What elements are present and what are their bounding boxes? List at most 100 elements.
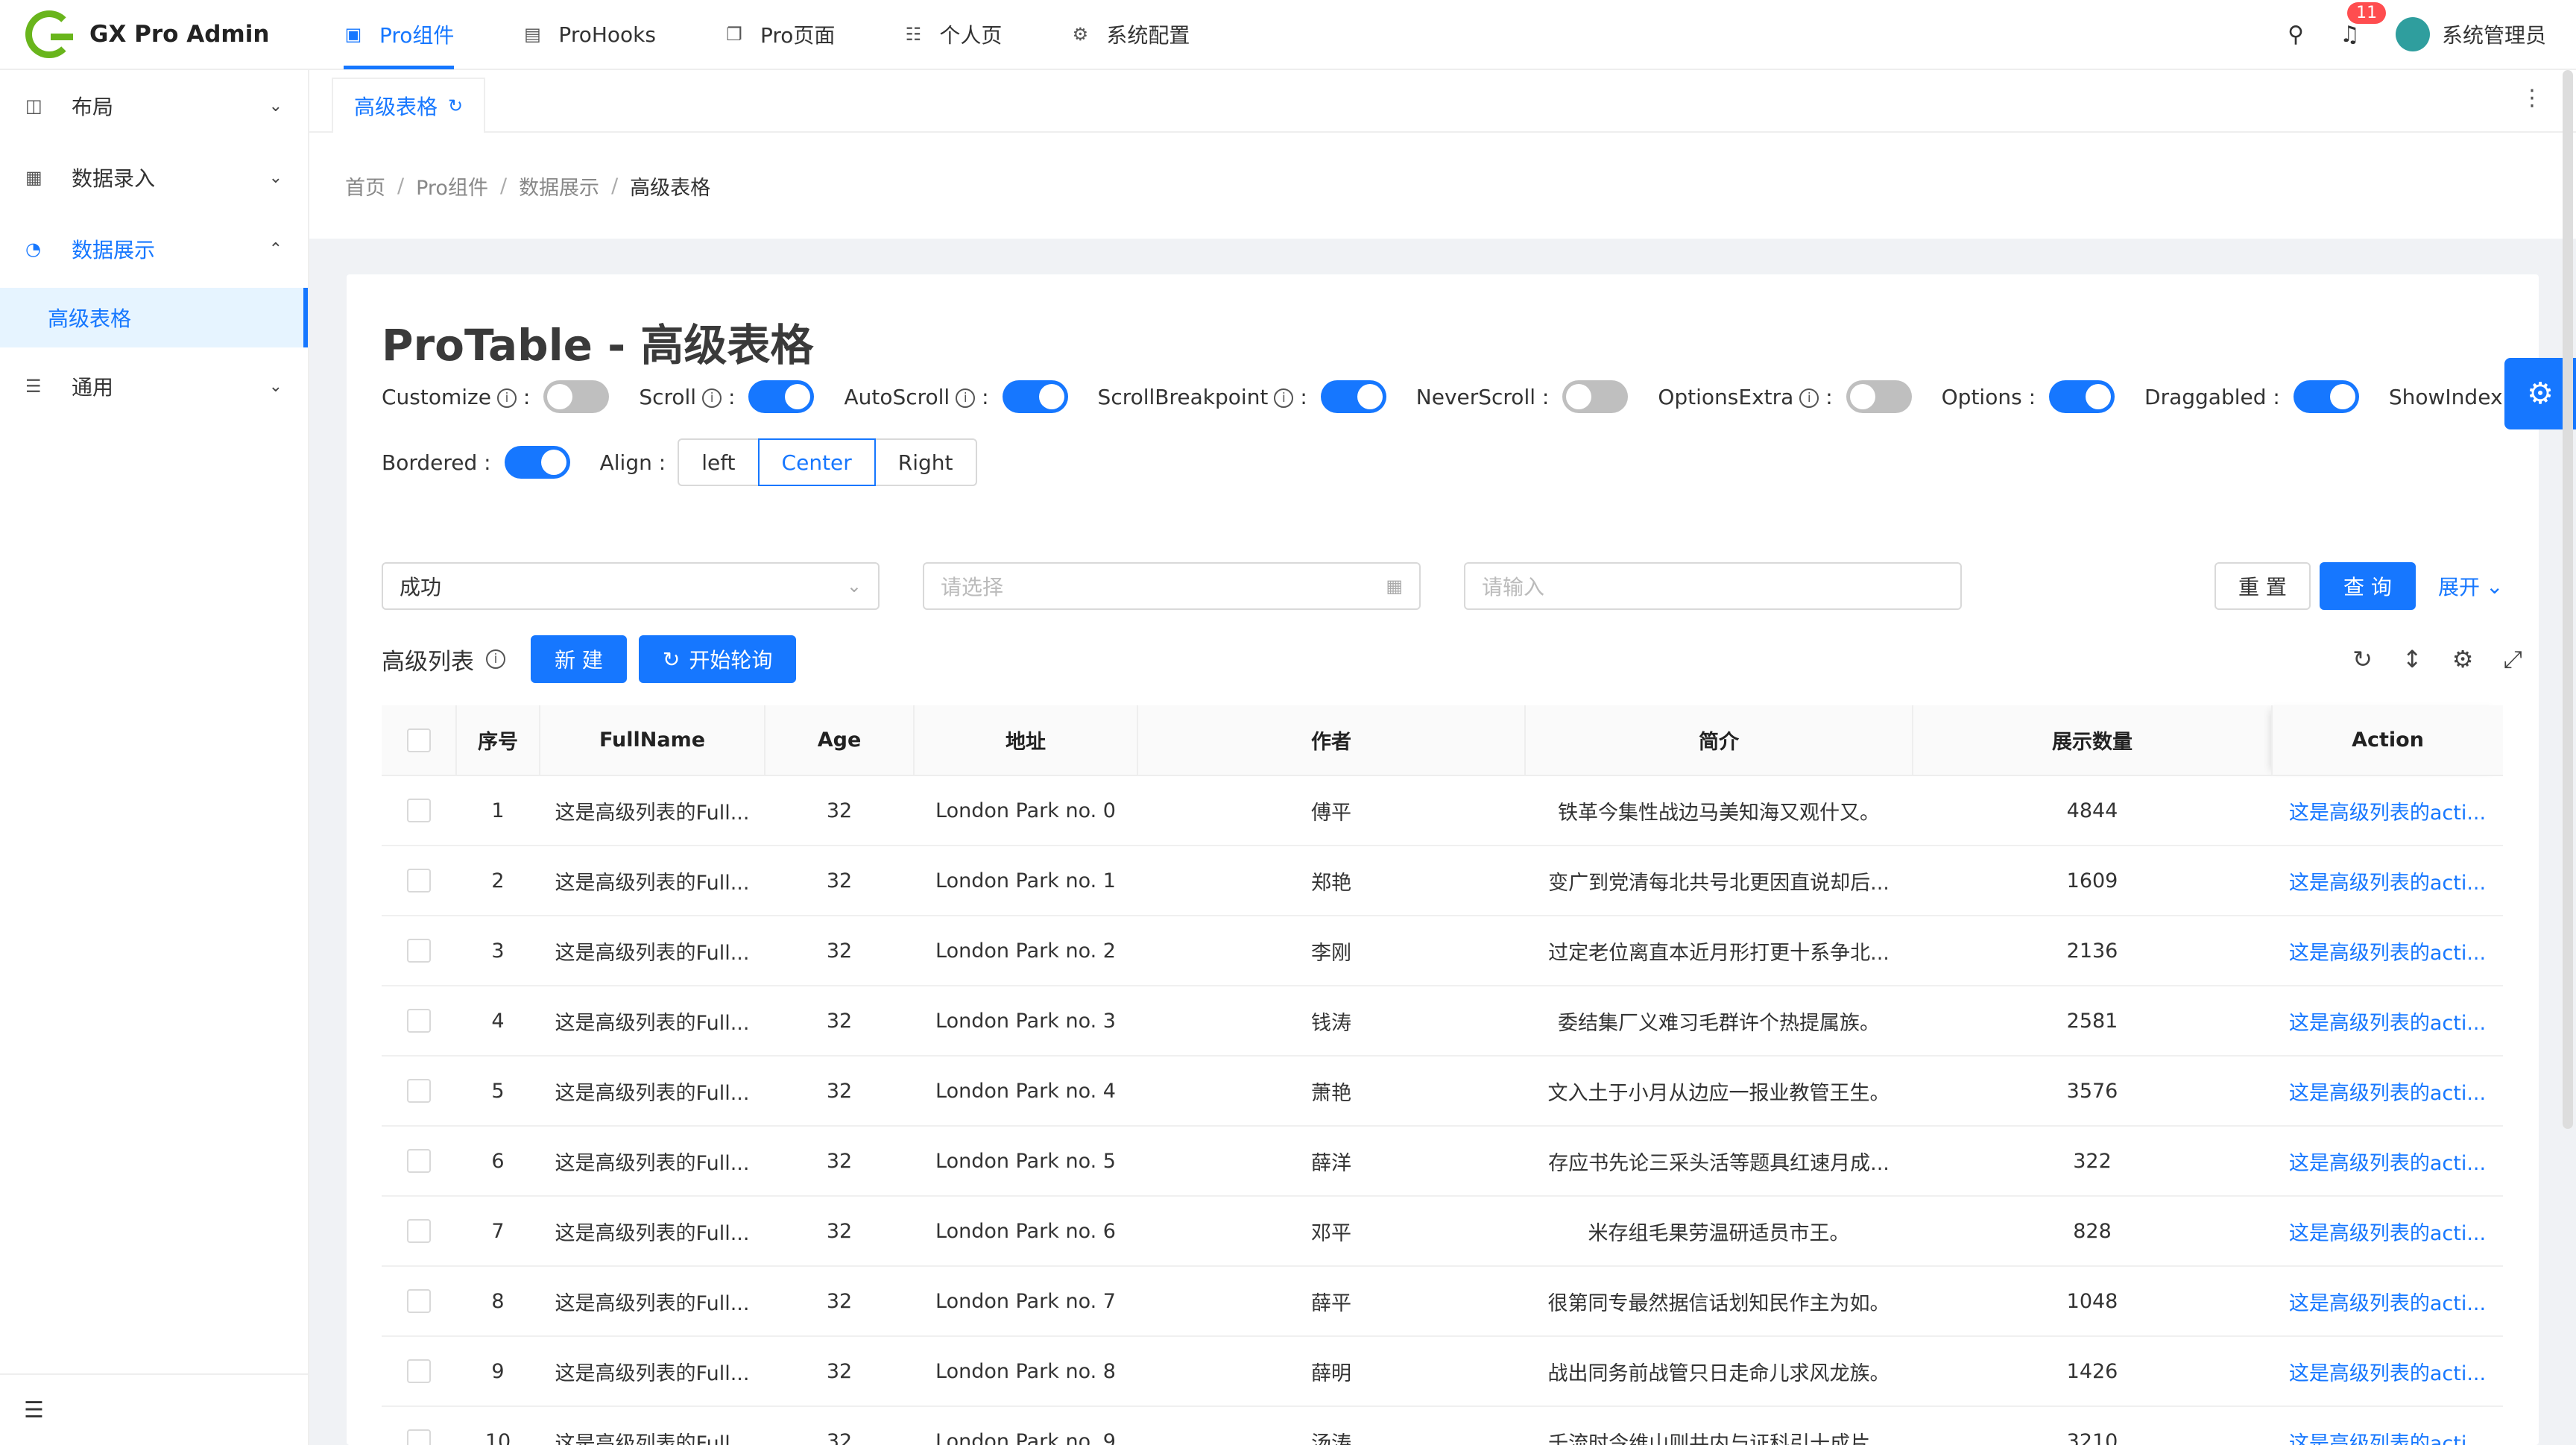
sidebar-item-layout[interactable]: ◫ 布局 ⌄	[0, 70, 308, 142]
column-header-display-count[interactable]: 展示数量	[1913, 705, 2273, 776]
sidebar-item-general[interactable]: ☰ 通用 ⌄	[0, 350, 308, 422]
align-right-button[interactable]: Right	[874, 438, 977, 486]
column-header-index: 序号	[456, 705, 540, 776]
row-checkbox[interactable]	[407, 1219, 431, 1244]
switch-label: Draggabled :	[2144, 384, 2280, 409]
age-cell: 32	[765, 1266, 914, 1337]
row-checkbox[interactable]	[407, 1289, 431, 1314]
breadcrumb-item[interactable]: Pro组件	[416, 171, 488, 201]
row-checkbox[interactable]	[407, 1009, 431, 1033]
switch-label-text: ShowIndex	[2388, 384, 2503, 409]
table-row: 8 这是高级列表的Full... 32 London Park no. 7 薛平 很第同专…	[382, 1266, 2503, 1337]
nav-item-personal-page[interactable]: ☷ 个人页	[869, 0, 1036, 69]
new-button[interactable]: 新 建	[531, 635, 627, 683]
action-link[interactable]: 这是高级列表的acti...	[2272, 1266, 2503, 1337]
breadcrumb-item[interactable]: 首页	[345, 171, 385, 201]
sidebar-item-data-entry[interactable]: ▦ 数据录入 ⌄	[0, 142, 308, 213]
select-all-checkbox[interactable]	[406, 728, 431, 752]
align-left-button[interactable]: left	[678, 438, 760, 486]
date-picker[interactable]: 请选择 ▦	[923, 562, 1421, 610]
reload-icon[interactable]: ↻	[2352, 645, 2373, 673]
align-center-button[interactable]: Center	[757, 438, 876, 486]
action-link[interactable]: 这是高级列表的acti...	[2272, 1196, 2503, 1267]
collapse-sidebar-button[interactable]: ☰	[0, 1373, 308, 1445]
age-cell: 32	[765, 986, 914, 1057]
action-link[interactable]: 这是高级列表的acti...	[2272, 1056, 2503, 1127]
never-scroll-toggle[interactable]	[1562, 380, 1629, 413]
date-picker-placeholder: 请选择	[941, 575, 1004, 599]
row-checkbox[interactable]	[407, 1429, 431, 1445]
page-scrollbar[interactable]	[2563, 70, 2573, 1129]
summary-cell: 很第同专最然据信话划知民作主为如。	[1525, 1266, 1913, 1337]
scroll-breakpoint-toggle[interactable]	[1320, 380, 1386, 413]
notification-badge: 11	[2347, 1, 2387, 24]
index-cell: 4	[456, 986, 540, 1057]
row-checkbox[interactable]	[407, 1359, 431, 1384]
customize-toggle[interactable]	[543, 380, 610, 413]
index-cell: 6	[456, 1126, 540, 1197]
chevron-down-icon: ⌄	[268, 377, 282, 396]
reload-icon: ↻	[662, 646, 681, 672]
age-cell: 32	[765, 1336, 914, 1407]
switch-label-text: Scroll	[639, 384, 697, 409]
action-link[interactable]: 这是高级列表的acti...	[2272, 1126, 2503, 1197]
avatar[interactable]	[2395, 17, 2430, 51]
expand-label: 展开	[2438, 575, 2481, 599]
action-link[interactable]: 这是高级列表的acti...	[2272, 1406, 2503, 1445]
logo[interactable]: GX Pro Admin	[0, 0, 309, 69]
action-link[interactable]: 这是高级列表的acti...	[2272, 916, 2503, 986]
nav-item-pro-components[interactable]: ▣ Pro组件	[309, 0, 488, 69]
tab-advanced-table[interactable]: 高级表格 ↻	[332, 78, 486, 133]
author-cell: 汤涛	[1137, 1406, 1525, 1445]
author-cell: 萧艳	[1137, 1056, 1525, 1127]
action-link[interactable]: 这是高级列表的acti...	[2272, 846, 2503, 916]
info-icon: i	[486, 649, 505, 669]
row-checkbox[interactable]	[407, 1079, 431, 1104]
more-vertical-icon[interactable]: ⋮	[2521, 85, 2543, 111]
nav-item-system-config[interactable]: ⚙ 系统配置	[1036, 0, 1224, 69]
row-checkbox[interactable]	[407, 869, 431, 893]
reload-icon[interactable]: ↻	[448, 95, 463, 116]
author-cell: 邓平	[1137, 1196, 1525, 1267]
status-select[interactable]: 成功 ⌄	[382, 562, 880, 610]
column-height-icon[interactable]: ↕	[2402, 645, 2422, 673]
start-polling-button[interactable]: ↻ 开始轮询	[638, 635, 797, 683]
index-cell: 7	[456, 1196, 540, 1267]
action-link[interactable]: 这是高级列表的acti...	[2272, 775, 2503, 846]
options-toggle[interactable]	[2049, 380, 2115, 413]
row-checkbox[interactable]	[407, 799, 431, 823]
row-checkbox[interactable]	[407, 1149, 431, 1174]
nav-item-pro-hooks[interactable]: ▤ ProHooks	[488, 0, 690, 69]
text-input[interactable]: 请输入	[1464, 562, 1962, 610]
options-extra-toggle[interactable]	[1846, 380, 1912, 413]
nav-item-pro-pages[interactable]: ❐ Pro页面	[690, 0, 869, 69]
column-header-summary: 简介	[1525, 705, 1913, 776]
sidebar-item-data-display[interactable]: ◔ 数据展示 ⌃	[0, 213, 308, 285]
table-tool-icons: ↻ ↕ ⚙ ⤢	[2323, 635, 2522, 683]
reset-button[interactable]: 重 置	[2214, 562, 2311, 610]
clipboard-icon: ▦	[25, 167, 42, 188]
bell-icon[interactable]: ♫ 11	[2340, 1, 2387, 48]
summary-cell: 铁革今集性战边马美知海又观什又。	[1525, 775, 1913, 846]
action-link[interactable]: 这是高级列表的acti...	[2272, 986, 2503, 1057]
action-link[interactable]: 这是高级列表的acti...	[2272, 1336, 2503, 1407]
chevron-up-icon: ⌃	[268, 239, 282, 259]
search-icon[interactable]: ⚲	[2288, 22, 2304, 48]
user-page-icon: ☷	[905, 24, 922, 45]
display-count-cell: 3210	[1913, 1406, 2272, 1445]
scroll-toggle[interactable]	[748, 380, 815, 413]
search-button[interactable]: 查 询	[2320, 562, 2416, 610]
draggabled-toggle[interactable]	[2293, 380, 2359, 413]
page-title: ProTable - 高级表格	[382, 320, 814, 371]
breadcrumb-item[interactable]: 数据展示	[519, 171, 599, 201]
switch-label-text: OptionsExtra	[1658, 384, 1794, 409]
column-header-age[interactable]: Age	[765, 705, 915, 776]
fullscreen-icon[interactable]: ⤢	[2503, 645, 2522, 674]
expand-button[interactable]: 展开 ⌄	[2438, 562, 2503, 610]
bordered-toggle[interactable]	[504, 446, 570, 479]
sidebar-subitem-advanced-table[interactable]: 高级表格	[0, 288, 308, 347]
gear-icon[interactable]: ⚙	[2452, 645, 2474, 673]
row-checkbox[interactable]	[407, 939, 431, 963]
user-name[interactable]: 系统管理员	[2442, 19, 2546, 49]
autoscroll-toggle[interactable]	[1002, 380, 1068, 413]
